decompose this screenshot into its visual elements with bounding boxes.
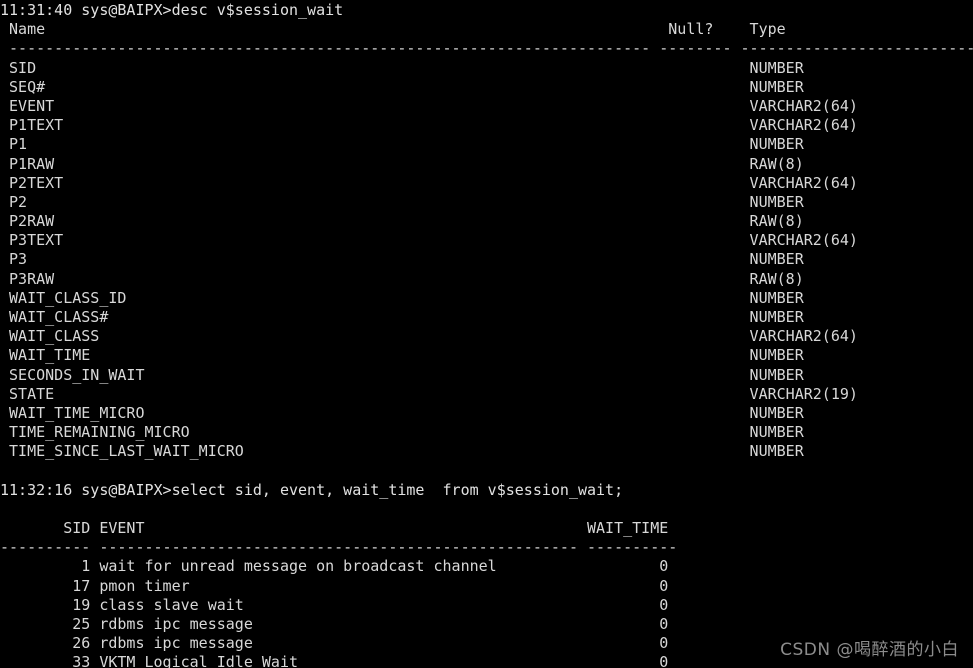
desc-row-wait-class: WAIT_CLASS VARCHAR2(64) (0, 327, 858, 346)
desc-header-row: Name Null? Type (0, 20, 786, 39)
desc-row-seconds-in-wait: SECONDS_IN_WAIT NUMBER (0, 365, 804, 384)
desc-row-time-remaining-micro: TIME_REMAINING_MICRO NUMBER (0, 423, 804, 442)
desc-row-p3raw: P3RAW RAW(8) (0, 269, 804, 288)
table-row: 25 rdbms ipc message 0 (0, 615, 669, 633)
desc-row-p3text: P3TEXT VARCHAR2(64) (0, 231, 858, 250)
desc-row-wait-class-hash: WAIT_CLASS# NUMBER (0, 308, 804, 326)
desc-row-p2text: P2TEXT VARCHAR2(64) (0, 173, 858, 192)
desc-row-p1: P1 NUMBER (0, 135, 804, 154)
desc-row-p1raw: P1RAW RAW(8) (0, 154, 804, 173)
desc-row-wait-time: WAIT_TIME NUMBER (0, 346, 804, 365)
table-row: 19 class slave wait 0 (0, 595, 669, 614)
csdn-watermark: CSDN @喝醉酒的小白 (780, 639, 959, 660)
desc-row-wait-time-micro: WAIT_TIME_MICRO NUMBER (0, 403, 804, 422)
prompt-line-desc: 11:31:40 sys@BAIPX>desc v$session_wait (0, 1, 344, 19)
terminal-screen: 11:31:40 sys@BAIPX>desc v$session_wait N… (0, 0, 973, 668)
desc-separator-row: ----------------------------------------… (0, 39, 973, 58)
desc-row-wait-class-id: WAIT_CLASS_ID NUMBER (0, 288, 804, 307)
table-row: 1 wait for unread message on broadcast c… (0, 557, 669, 576)
desc-row-time-since-last-wait-micro: TIME_SINCE_LAST_WAIT_MICRO NUMBER (0, 442, 804, 461)
result-header-row: SID EVENT WAIT_TIME (0, 519, 669, 538)
desc-row-seq: SEQ# NUMBER (0, 77, 804, 96)
desc-row-p3: P3 NUMBER (0, 250, 804, 269)
terminal-window[interactable]: 11:31:40 sys@BAIPX>desc v$session_wait N… (0, 0, 973, 668)
result-separator-row: ---------- -----------------------------… (0, 538, 678, 557)
desc-row-p2: P2 NUMBER (0, 192, 804, 211)
desc-row-p1text: P1TEXT VARCHAR2(64) (0, 116, 858, 135)
prompt-line-select: 11:32:16 sys@BAIPX>select sid, event, wa… (0, 480, 624, 499)
desc-row-state: STATE VARCHAR2(19) (0, 384, 858, 403)
desc-row-sid: SID NUMBER (0, 58, 804, 77)
table-row: 17 pmon timer 0 (0, 576, 669, 595)
desc-row-p2raw: P2RAW RAW(8) (0, 212, 804, 231)
desc-row-event: EVENT VARCHAR2(64) (0, 96, 858, 115)
